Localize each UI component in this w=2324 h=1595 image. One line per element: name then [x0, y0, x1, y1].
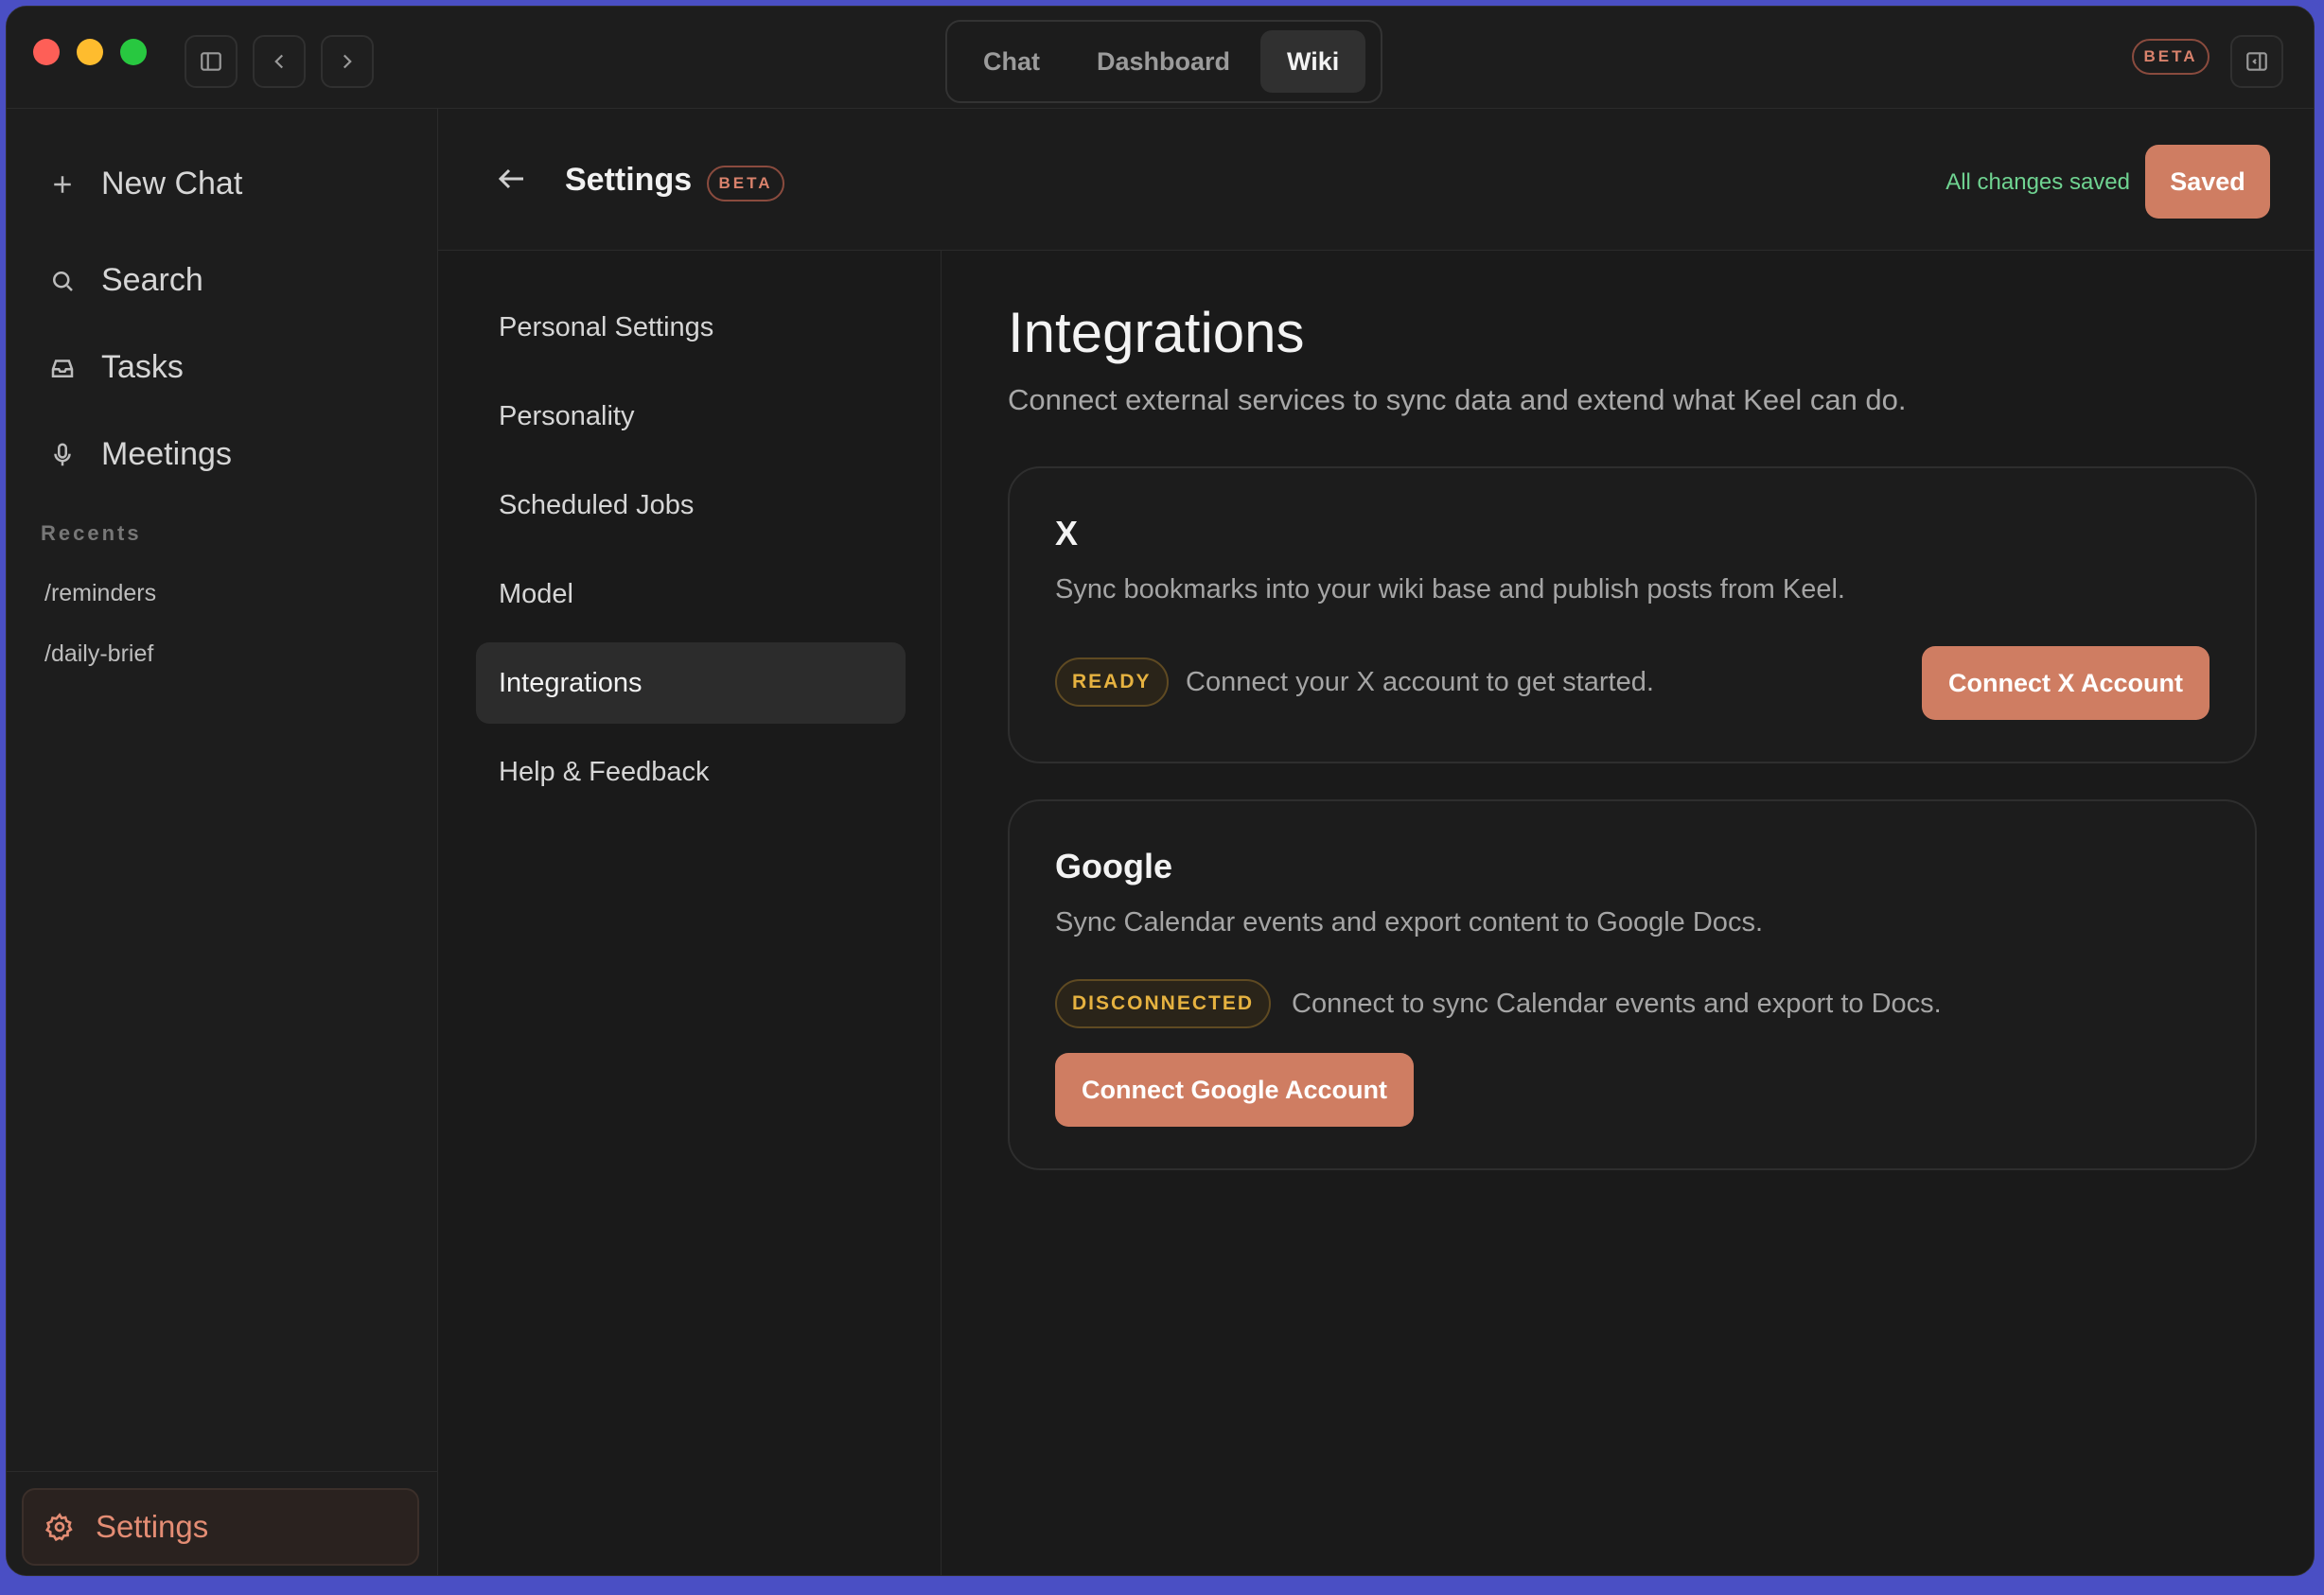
sidebar-item-meetings[interactable]: Meetings: [48, 436, 232, 473]
nav-help-feedback[interactable]: Help & Feedback: [476, 731, 906, 813]
settings-header: Settings BETA All changes saved Saved: [438, 109, 2314, 251]
settings-nav: Personal Settings Personality Scheduled …: [438, 251, 942, 1575]
recent-item-daily-brief[interactable]: /daily-brief: [44, 640, 153, 668]
saved-button[interactable]: Saved: [2145, 145, 2270, 219]
recent-item-reminders[interactable]: /reminders: [44, 580, 156, 607]
sidebar-icon: [201, 52, 221, 71]
save-status-text: All changes saved: [1945, 169, 2130, 195]
card-description: Sync Calendar events and export content …: [1055, 907, 1763, 938]
sidebar-settings-button[interactable]: Settings: [22, 1488, 419, 1566]
section-title: Integrations: [1008, 301, 1305, 364]
status-text: Connect to sync Calendar events and expo…: [1292, 989, 1942, 1019]
tab-chat[interactable]: Chat: [957, 30, 1066, 93]
microphone-icon: [54, 443, 71, 465]
search-icon: [53, 271, 73, 291]
beta-badge: BETA: [2132, 39, 2210, 75]
sidebar-item-search[interactable]: Search: [48, 262, 203, 299]
tab-dashboard[interactable]: Dashboard: [1070, 30, 1257, 93]
card-title: X: [1055, 514, 1079, 552]
title-bar: Chat Dashboard Wiki BETA: [7, 7, 2314, 109]
sidebar-item-tasks[interactable]: Tasks: [48, 349, 184, 386]
app-window: Chat Dashboard Wiki BETA New Chat Search…: [6, 6, 2315, 1576]
nav-integrations[interactable]: Integrations: [476, 642, 906, 724]
status-badge: DISCONNECTED: [1055, 979, 1272, 1028]
view-switcher: Chat Dashboard Wiki: [945, 20, 1382, 103]
section-subtitle: Connect external services to sync data a…: [1008, 383, 1907, 416]
close-window-button[interactable]: [33, 39, 60, 65]
integration-card-x: X Sync bookmarks into your wiki base and…: [1008, 466, 2257, 763]
meetings-label: Meetings: [101, 436, 232, 472]
new-chat-button[interactable]: New Chat: [48, 166, 242, 202]
nav-personal-settings[interactable]: Personal Settings: [476, 287, 906, 368]
tasks-label: Tasks: [101, 349, 184, 385]
status-text: Connect your X account to get started.: [1186, 667, 1654, 697]
back-button[interactable]: [253, 35, 306, 88]
recents-heading: Recents: [41, 521, 142, 545]
chevron-right-icon: [343, 54, 352, 69]
connect-x-button[interactable]: Connect X Account: [1921, 646, 2210, 720]
sidebar: New Chat Search Tasks Meetings Recents /…: [7, 109, 438, 1575]
connect-google-button[interactable]: Connect Google Account: [1055, 1053, 1414, 1127]
integration-card-google: Google Sync Calendar events and export c…: [1008, 799, 2257, 1170]
toggle-right-panel-button[interactable]: [2230, 35, 2283, 88]
zoom-window-button[interactable]: [120, 39, 147, 65]
forward-button[interactable]: [321, 35, 374, 88]
card-title: Google: [1055, 847, 1172, 885]
sidebar-divider: [7, 1471, 437, 1472]
card-description: Sync bookmarks into your wiki base and p…: [1055, 574, 1845, 605]
gear-icon: [44, 1513, 73, 1542]
right-panel-icon: [2246, 52, 2267, 71]
settings-label: Settings: [96, 1509, 209, 1544]
minimize-window-button[interactable]: [77, 39, 103, 65]
nav-scheduled-jobs[interactable]: Scheduled Jobs: [476, 464, 906, 546]
page-title: Settings: [565, 162, 693, 198]
chevron-left-icon: [274, 54, 284, 69]
integrations-content: Integrations Connect external services t…: [942, 251, 2314, 1575]
arrow-left-icon[interactable]: [495, 162, 529, 196]
nav-personality[interactable]: Personality: [476, 376, 906, 457]
main-panel: Settings BETA All changes saved Saved Pe…: [438, 109, 2314, 1575]
plus-icon: [54, 175, 71, 193]
nav-model[interactable]: Model: [476, 553, 906, 635]
new-chat-label: New Chat: [101, 166, 243, 202]
status-badge: READY: [1055, 657, 1169, 707]
search-label: Search: [101, 262, 203, 298]
inbox-icon: [51, 359, 74, 377]
settings-beta-badge: BETA: [707, 166, 784, 202]
tab-wiki[interactable]: Wiki: [1260, 30, 1366, 93]
toggle-sidebar-button[interactable]: [185, 35, 238, 88]
